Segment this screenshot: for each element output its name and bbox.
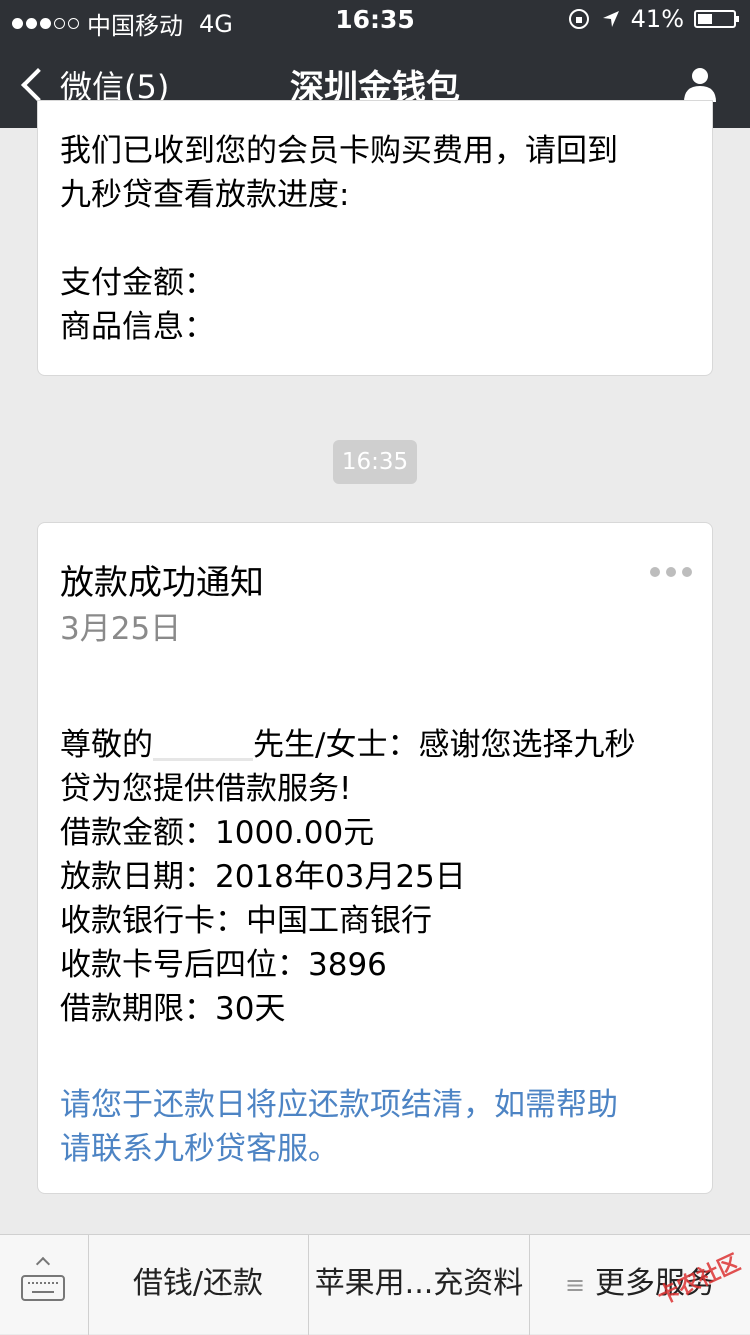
note-line: 请您于还款日将应还款项结清，如需帮助 (60, 1087, 618, 1123)
message-card-loan-notice[interactable]: 放款成功通知 3月25日 尊敬的 先生/女士：感谢您选择九秒 贷为您提供借款服务!… (37, 522, 713, 1194)
message-line: 支付金额： (60, 265, 215, 301)
notice-line: 尊敬的 先生/女士：感谢您选择九秒 (60, 723, 700, 767)
notice-amount: 借款金额：1000.00元 (60, 815, 375, 851)
more-options-icon[interactable] (650, 567, 692, 577)
keyboard-icon (21, 1275, 65, 1301)
battery-percent: 41% (630, 5, 684, 33)
rotation-lock-icon (568, 9, 589, 29)
notice-bank: 收款银行卡：中国工商银行 (60, 903, 432, 939)
menu-borrow-repay[interactable]: 借钱/还款 (88, 1235, 309, 1335)
message-text: 我们已收到您的会员卡购买费用，请回到 九秒贷查看放款进度: 支付金额： 商品信息… (60, 129, 700, 349)
notice-date-line: 放款日期：2018年03月25日 (60, 859, 466, 895)
status-bar: 中国移动 4G 16:35 41% (0, 0, 750, 40)
message-line: 九秒贷查看放款进度: (60, 177, 350, 213)
redacted-name (153, 724, 253, 761)
message-line: 我们已收到您的会员卡购买费用，请回到 (60, 133, 618, 169)
notice-card-last4: 收款卡号后四位：3896 (60, 947, 387, 983)
location-icon (602, 11, 619, 27)
user-profile-icon[interactable] (680, 64, 720, 104)
notice-body: 尊敬的 先生/女士：感谢您选择九秒 贷为您提供借款服务! 借款金额：1000.00… (60, 723, 700, 1031)
notice-line: 贷为您提供借款服务! (60, 771, 352, 807)
notice-term: 借款期限：30天 (60, 991, 286, 1027)
message-line: 商品信息： (60, 309, 215, 345)
chevron-up-icon (35, 1256, 51, 1272)
menu-lines-icon: ≡ (564, 1271, 586, 1299)
note-line: 请联系九秒贷客服。 (60, 1131, 339, 1167)
greeting-prefix: 尊敬的 (60, 727, 153, 763)
menu-apple-info[interactable]: 苹果用...充资料 (309, 1235, 530, 1335)
notice-title: 放款成功通知 (60, 563, 264, 603)
status-right: 41% (567, 5, 739, 33)
greeting-suffix: 先生/女士：感谢您选择九秒 (253, 727, 636, 763)
keyboard-toggle-button[interactable] (0, 1235, 89, 1335)
battery-icon (694, 10, 739, 28)
timestamp-pill: 16:35 (333, 440, 417, 484)
message-card-payment: 我们已收到您的会员卡购买费用，请回到 九秒贷查看放款进度: 支付金额： 商品信息… (37, 100, 713, 376)
notice-help-note[interactable]: 请您于还款日将应还款项结清，如需帮助 请联系九秒贷客服。 (60, 1083, 700, 1171)
bottom-menu-bar: 借钱/还款 苹果用...充资料 ≡ 更多服务 (0, 1234, 750, 1335)
notice-date: 3月25日 (60, 611, 182, 647)
